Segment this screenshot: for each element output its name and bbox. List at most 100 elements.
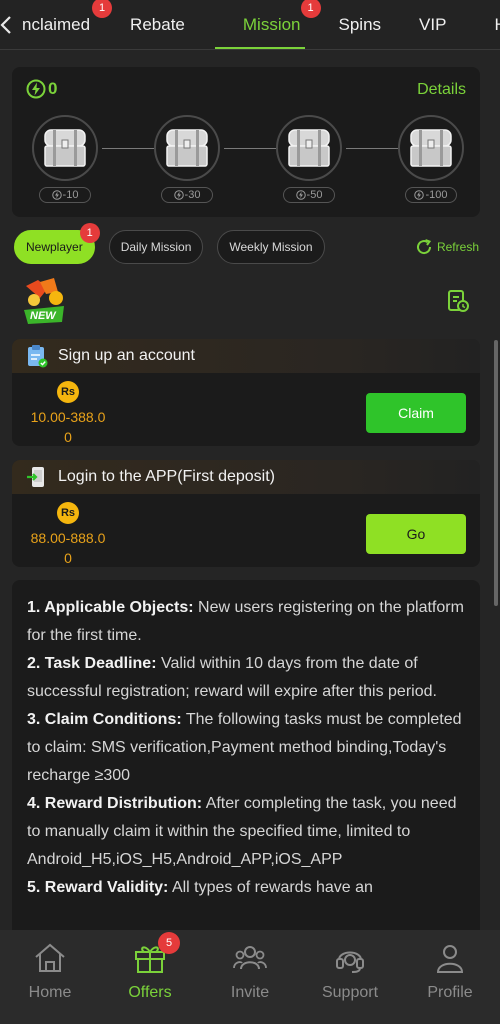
rule-item: 5. Reward Validity: All types of rewards… [27, 874, 466, 902]
task-header: Sign up an account [12, 339, 480, 373]
energy-balance: 0 [26, 79, 57, 99]
headset-icon [336, 951, 364, 973]
claim-button[interactable]: Claim [366, 393, 466, 433]
home-icon [35, 943, 65, 972]
nav-label: Offers [128, 984, 172, 1001]
nav-label: Invite [230, 984, 270, 1001]
chest-item[interactable]: -10 [32, 115, 100, 203]
new-player-logo: NEW [18, 276, 70, 331]
chest-cost: -30 [161, 187, 213, 203]
rupee-coin-icon: Rs [57, 502, 79, 524]
chest-panel: 0 Details -10 -30 -50 -100 [12, 67, 480, 217]
profile-icon [436, 945, 464, 973]
reward-range: 10.00-388.0 [30, 409, 106, 425]
task-card: Sign up an account Rs 10.00-388.0 0 Clai… [12, 339, 480, 446]
records-button[interactable] [446, 289, 470, 318]
nav-badge: 5 [158, 932, 180, 954]
top-tab-bar: nclaimed 1 Rebate Mission 1 Spins VIP H [0, 0, 500, 50]
reward-range-cont: 0 [64, 429, 72, 445]
mission-tab-badge: 1 [79, 223, 100, 243]
tab-label: Rebate [130, 14, 185, 34]
rule-heading: 3. Claim Conditions: [27, 711, 182, 728]
rule-heading: 2. Task Deadline: [27, 655, 157, 672]
lightning-icon [414, 190, 425, 200]
nav-invite[interactable]: Invite [200, 930, 300, 1024]
invite-icon [233, 946, 267, 970]
rule-item: 1. Applicable Objects: New users registe… [27, 594, 466, 650]
go-button[interactable]: Go [366, 514, 466, 554]
tab-rebate[interactable]: Rebate [108, 0, 203, 49]
refresh-icon [417, 239, 432, 255]
lightning-icon [51, 190, 62, 200]
tab-mission[interactable]: Mission 1 [203, 0, 321, 49]
mission-tab-label: Weekly Mission [229, 240, 313, 254]
refresh-label: Refresh [436, 240, 479, 254]
chest-connector [346, 148, 398, 149]
treasure-chest-icon [166, 129, 208, 167]
chest-cost-value: -10 [62, 189, 79, 201]
mission-tab-newplayer[interactable]: Newplayer 1 [14, 223, 100, 264]
task-reward: Rs 10.00-388.0 0 [28, 381, 108, 446]
nav-offers[interactable]: 5 Offers [100, 930, 200, 1024]
mission-tab-daily[interactable]: Daily Mission [108, 230, 204, 264]
chest-item[interactable]: -30 [154, 115, 222, 203]
tab-label: Mission [242, 14, 301, 34]
refresh-button[interactable]: Refresh [415, 238, 479, 256]
nav-label: Profile [427, 984, 473, 1001]
tab-h[interactable]: H [464, 0, 500, 49]
task-header: Login to the APP(First deposit) [12, 460, 480, 494]
nav-home[interactable]: Home [0, 930, 100, 1024]
chest-item[interactable]: -50 [276, 115, 344, 203]
energy-value: 0 [48, 79, 58, 98]
task-card: Login to the APP(First deposit) Rs 88.00… [12, 460, 480, 567]
details-link[interactable]: Details [417, 81, 466, 99]
bottom-nav: Home 5 Offers Invite Support Profile [0, 930, 500, 1024]
tab-label: nclaimed [22, 14, 91, 34]
lightning-icon [173, 190, 184, 200]
rupee-coin-icon: Rs [57, 381, 79, 403]
rule-item: 3. Claim Conditions: The following tasks… [27, 706, 466, 790]
tab-spins[interactable]: Spins [317, 0, 400, 49]
lightning-icon [26, 79, 46, 99]
chest-cost-value: -50 [306, 189, 323, 201]
task-title: Sign up an account [58, 347, 195, 364]
tab-label: VIP [419, 14, 447, 34]
chest-track: -10 -30 -50 -100 [32, 115, 464, 211]
tab-vip[interactable]: VIP [399, 0, 464, 49]
back-button[interactable] [0, 0, 12, 49]
treasure-chest-icon [410, 129, 452, 167]
chest-cost: -10 [39, 187, 91, 203]
rule-heading: 5. Reward Validity: [27, 879, 169, 896]
new-badge-text: NEW [30, 310, 56, 322]
treasure-chest-icon [44, 129, 86, 167]
tab-unclaimed[interactable]: nclaimed 1 [12, 0, 113, 49]
rules-panel: 1. Applicable Objects: New users registe… [12, 580, 480, 940]
chest-circle [398, 115, 464, 181]
chest-connector [102, 148, 154, 149]
chest-cost: -50 [283, 187, 335, 203]
reward-range-cont: 0 [64, 550, 72, 566]
rule-text: All types of rewards have an [168, 879, 373, 896]
tab-label: Spins [338, 14, 382, 34]
phone-login-icon [27, 467, 44, 487]
chevron-left-icon [0, 15, 11, 34]
rule-heading: 4. Reward Distribution: [27, 795, 203, 812]
rule-item: 2. Task Deadline: Valid within 10 days f… [27, 650, 466, 706]
mission-tab-weekly[interactable]: Weekly Mission [217, 230, 325, 264]
mission-tab-label: Newplayer [26, 240, 83, 254]
treasure-chest-icon [288, 129, 330, 167]
tab-label: H [494, 15, 500, 35]
task-title: Login to the APP(First deposit) [58, 468, 275, 485]
nav-label: Home [28, 984, 72, 1001]
chest-circle [276, 115, 342, 181]
task-reward: Rs 88.00-888.0 0 [28, 502, 108, 567]
chest-connector [224, 148, 276, 149]
clipboard-check-icon [28, 345, 48, 368]
nav-support[interactable]: Support [300, 930, 400, 1024]
chest-item[interactable]: -100 [398, 115, 466, 203]
chest-cost-value: -30 [184, 189, 201, 201]
rule-heading: 1. Applicable Objects: [27, 599, 194, 616]
nav-profile[interactable]: Profile [400, 930, 500, 1024]
lightning-icon [295, 190, 306, 200]
scrollbar[interactable] [494, 340, 498, 606]
